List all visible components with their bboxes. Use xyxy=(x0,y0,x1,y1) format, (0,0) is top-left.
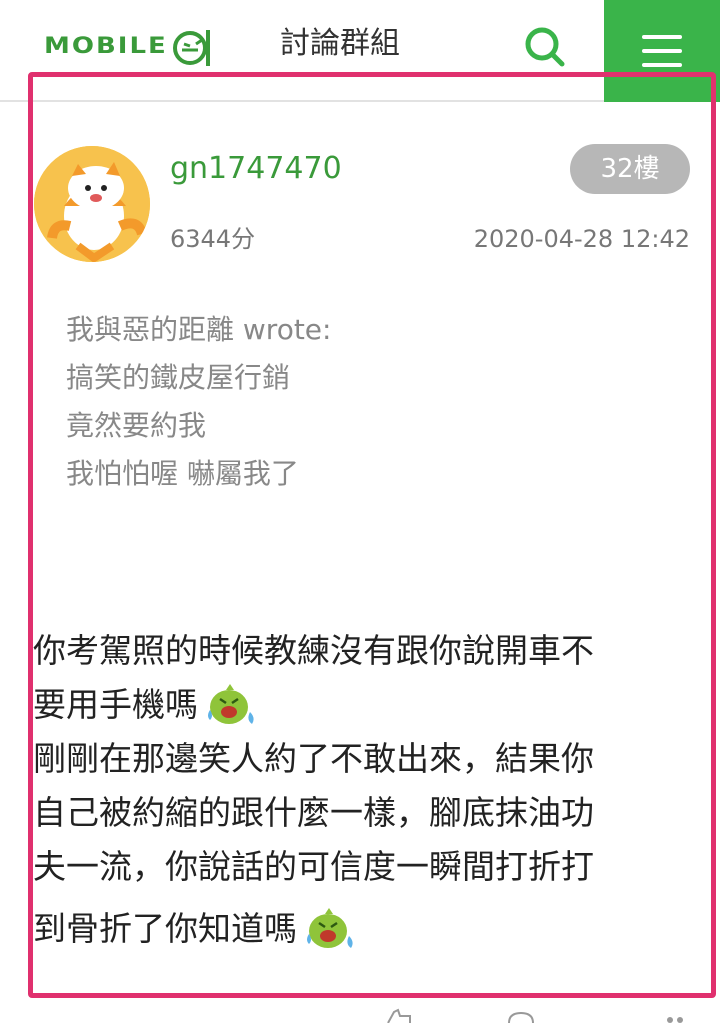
logo-text: MOBILE xyxy=(44,33,168,59)
highlighted-post-frame xyxy=(28,72,716,998)
page-title[interactable]: 討論群組 xyxy=(280,22,400,66)
more-icon[interactable] xyxy=(664,1012,694,1023)
search-button[interactable] xyxy=(520,22,570,72)
menu-icon-bar xyxy=(642,63,682,67)
comment-icon[interactable] xyxy=(506,1010,536,1023)
post-action-bar xyxy=(0,1000,720,1023)
search-icon xyxy=(525,27,565,67)
logo-icon xyxy=(172,30,210,66)
thumbs-up-icon[interactable] xyxy=(384,1008,414,1023)
mobile01-logo[interactable]: MOBILE xyxy=(44,24,214,68)
menu-icon-bar xyxy=(642,49,682,53)
menu-icon-bar xyxy=(642,35,682,39)
